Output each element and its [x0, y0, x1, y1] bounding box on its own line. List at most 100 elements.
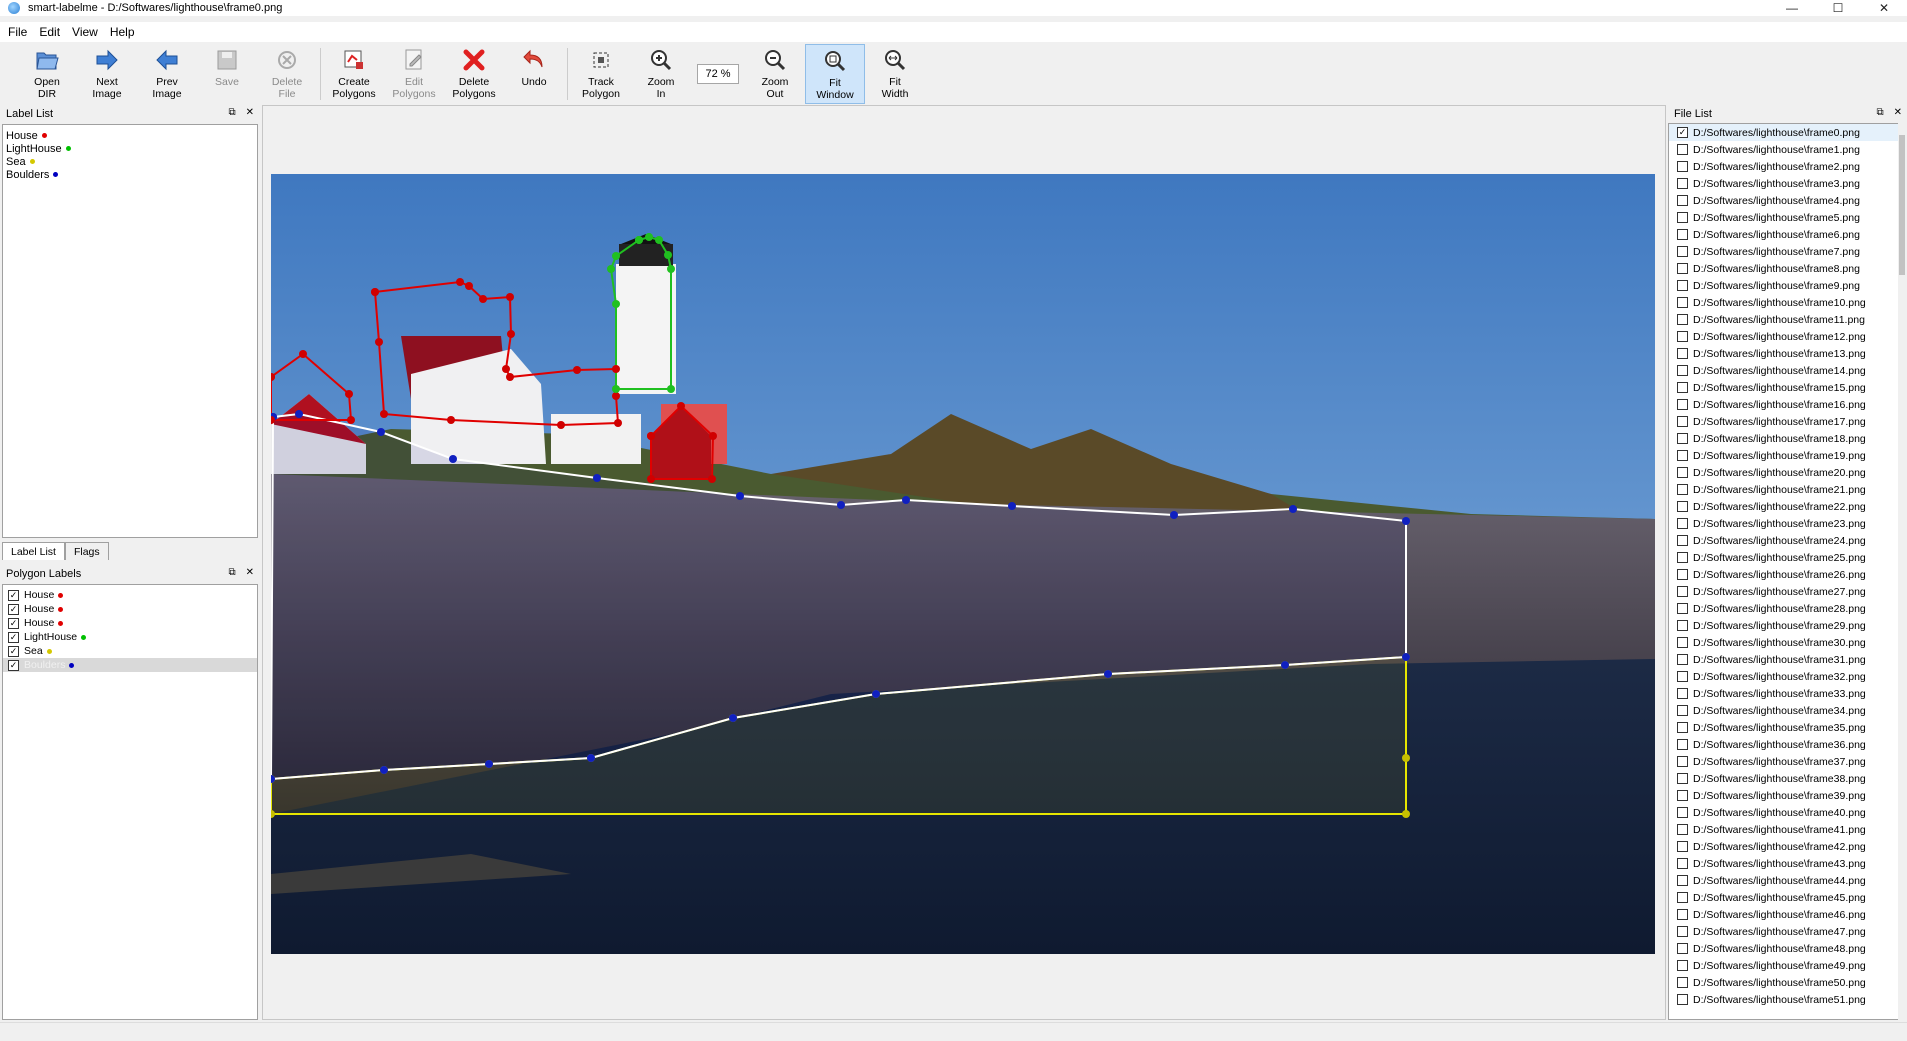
house-polygon-vertex[interactable]	[506, 293, 514, 301]
file-list-item[interactable]: D:/Softwares/lighthouse\frame10.png	[1669, 294, 1899, 311]
file-checkbox[interactable]	[1677, 195, 1688, 206]
menu-help[interactable]: Help	[110, 25, 135, 39]
file-checkbox[interactable]	[1677, 586, 1688, 597]
polygon-label-item[interactable]: ✓ House	[3, 588, 257, 602]
file-checkbox[interactable]	[1677, 841, 1688, 852]
polygon-label-item[interactable]: ✓ Sea	[3, 644, 257, 658]
lighthouse-polygon-vertex[interactable]	[655, 236, 663, 244]
house-polygon-vertex[interactable]	[502, 365, 510, 373]
file-checkbox[interactable]: ✓	[1677, 127, 1688, 138]
house-polygon-vertex[interactable]	[709, 432, 717, 440]
file-checkbox[interactable]	[1677, 467, 1688, 478]
undo-button[interactable]: Undo	[504, 44, 564, 104]
boulders-polygon-vertex[interactable]	[729, 714, 737, 722]
boulders-polygon-vertex[interactable]	[295, 410, 303, 418]
house-polygon-vertex[interactable]	[506, 373, 514, 381]
file-list-item[interactable]: D:/Softwares/lighthouse\frame26.png	[1669, 566, 1899, 583]
file-checkbox[interactable]	[1677, 875, 1688, 886]
house-polygon-vertex[interactable]	[647, 432, 655, 440]
file-checkbox[interactable]	[1677, 552, 1688, 563]
boulders-polygon-vertex[interactable]	[1281, 661, 1289, 669]
house-polygon-vertex[interactable]	[557, 421, 565, 429]
boulders-polygon-vertex[interactable]	[1289, 505, 1297, 513]
file-list-item[interactable]: D:/Softwares/lighthouse\frame30.png	[1669, 634, 1899, 651]
house-polygon-vertex[interactable]	[347, 416, 355, 424]
boulders-polygon-vertex[interactable]	[449, 455, 457, 463]
polygon-label-item[interactable]: ✓ LightHouse	[3, 630, 257, 644]
file-list-item[interactable]: D:/Softwares/lighthouse\frame36.png	[1669, 736, 1899, 753]
file-checkbox[interactable]	[1677, 603, 1688, 614]
checkbox[interactable]: ✓	[8, 617, 19, 629]
label-list-item[interactable]: Boulders	[3, 168, 257, 181]
file-list-item[interactable]: D:/Softwares/lighthouse\frame6.png	[1669, 226, 1899, 243]
boulders-polygon-vertex[interactable]	[1402, 653, 1410, 661]
file-list-item[interactable]: D:/Softwares/lighthouse\frame29.png	[1669, 617, 1899, 634]
file-checkbox[interactable]	[1677, 926, 1688, 937]
file-list-item[interactable]: D:/Softwares/lighthouse\frame22.png	[1669, 498, 1899, 515]
file-list-item[interactable]: D:/Softwares/lighthouse\frame16.png	[1669, 396, 1899, 413]
close-window-button[interactable]: ✕	[1861, 0, 1907, 16]
boulders-polygon-vertex[interactable]	[872, 690, 880, 698]
sea-polygon-vertex[interactable]	[1402, 810, 1410, 818]
file-checkbox[interactable]	[1677, 909, 1688, 920]
lighthouse-polygon-vertex[interactable]	[635, 236, 643, 244]
lighthouse-polygon-vertex[interactable]	[667, 265, 675, 273]
file-checkbox[interactable]	[1677, 705, 1688, 716]
house-polygon-vertex[interactable]	[371, 288, 379, 296]
file-list-item[interactable]: D:/Softwares/lighthouse\frame23.png	[1669, 515, 1899, 532]
file-list-item[interactable]: D:/Softwares/lighthouse\frame38.png	[1669, 770, 1899, 787]
boulders-polygon-vertex[interactable]	[380, 766, 388, 774]
file-list-item[interactable]: D:/Softwares/lighthouse\frame20.png	[1669, 464, 1899, 481]
zoom-in-button[interactable]: Zoom In	[631, 44, 691, 104]
house-polygon-vertex[interactable]	[375, 338, 383, 346]
file-checkbox[interactable]	[1677, 858, 1688, 869]
boulders-polygon-vertex[interactable]	[1402, 517, 1410, 525]
polygon-label-item[interactable]: ✓ Boulders	[3, 658, 257, 672]
file-checkbox[interactable]	[1677, 144, 1688, 155]
file-checkbox[interactable]	[1677, 654, 1688, 665]
fit-width-button[interactable]: Fit Width	[865, 44, 925, 104]
file-checkbox[interactable]	[1677, 229, 1688, 240]
house-polygon-vertex[interactable]	[465, 282, 473, 290]
maximize-button[interactable]: ☐	[1815, 0, 1861, 16]
house-polygon-vertex[interactable]	[479, 295, 487, 303]
file-list-item[interactable]: D:/Softwares/lighthouse\frame37.png	[1669, 753, 1899, 770]
file-checkbox[interactable]	[1677, 994, 1688, 1005]
file-list-item[interactable]: D:/Softwares/lighthouse\frame51.png	[1669, 991, 1899, 1008]
file-checkbox[interactable]	[1677, 688, 1688, 699]
file-list-item[interactable]: D:/Softwares/lighthouse\frame50.png	[1669, 974, 1899, 991]
file-checkbox[interactable]	[1677, 161, 1688, 172]
lighthouse-polygon-vertex[interactable]	[607, 265, 615, 273]
file-list-item[interactable]: D:/Softwares/lighthouse\frame18.png	[1669, 430, 1899, 447]
file-checkbox[interactable]	[1677, 399, 1688, 410]
file-checkbox[interactable]	[1677, 297, 1688, 308]
file-list-item[interactable]: D:/Softwares/lighthouse\frame32.png	[1669, 668, 1899, 685]
close-dock-icon[interactable]: ✕	[246, 567, 254, 578]
file-list-item[interactable]: D:/Softwares/lighthouse\frame43.png	[1669, 855, 1899, 872]
checkbox[interactable]: ✓	[8, 603, 19, 615]
file-checkbox[interactable]	[1677, 977, 1688, 988]
float-dock-icon[interactable]: ⧉	[228, 567, 235, 578]
float-dock-icon[interactable]: ⧉	[228, 107, 235, 118]
file-checkbox[interactable]	[1677, 892, 1688, 903]
open-dir-button[interactable]: Open DIR	[17, 44, 77, 104]
file-list-item[interactable]: D:/Softwares/lighthouse\frame46.png	[1669, 906, 1899, 923]
file-list-item[interactable]: D:/Softwares/lighthouse\frame13.png	[1669, 345, 1899, 362]
file-checkbox[interactable]	[1677, 960, 1688, 971]
boulders-polygon-vertex[interactable]	[902, 496, 910, 504]
file-list-item[interactable]: D:/Softwares/lighthouse\frame5.png	[1669, 209, 1899, 226]
file-checkbox[interactable]	[1677, 331, 1688, 342]
file-checkbox[interactable]	[1677, 263, 1688, 274]
image-canvas[interactable]	[262, 105, 1666, 1020]
file-list-item[interactable]: D:/Softwares/lighthouse\frame3.png	[1669, 175, 1899, 192]
boulders-polygon-vertex[interactable]	[377, 428, 385, 436]
file-list-item[interactable]: D:/Softwares/lighthouse\frame9.png	[1669, 277, 1899, 294]
polygon-label-item[interactable]: ✓ House	[3, 602, 257, 616]
file-checkbox[interactable]	[1677, 722, 1688, 733]
file-list-item[interactable]: D:/Softwares/lighthouse\frame31.png	[1669, 651, 1899, 668]
boulders-polygon-vertex[interactable]	[1104, 670, 1112, 678]
close-dock-icon[interactable]: ✕	[246, 107, 254, 118]
boulders-polygon-vertex[interactable]	[1008, 502, 1016, 510]
file-checkbox[interactable]	[1677, 416, 1688, 427]
file-checkbox[interactable]	[1677, 246, 1688, 257]
